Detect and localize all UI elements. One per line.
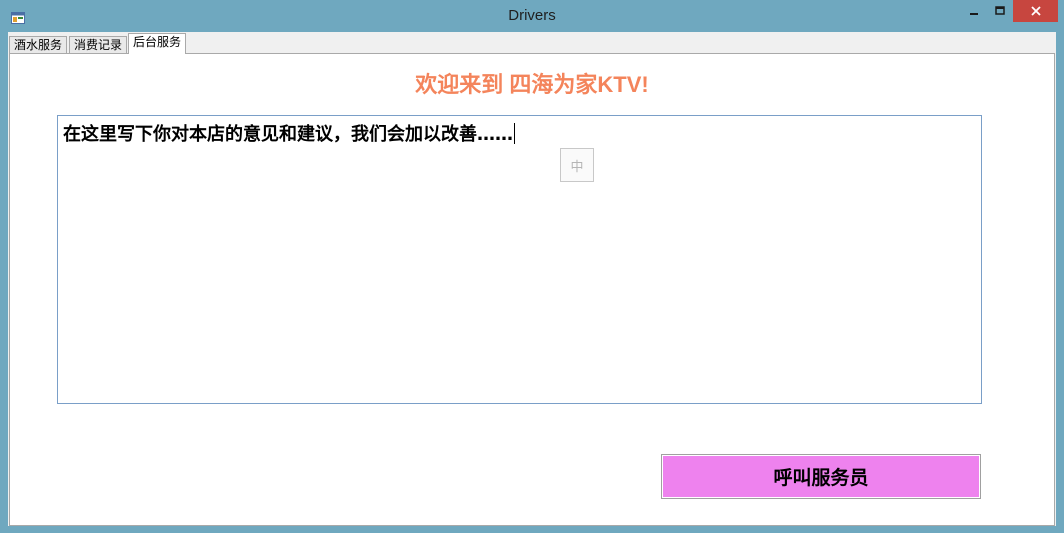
tab-strip: 酒水服务 消费记录 后台服务 (8, 32, 1056, 54)
title-bar[interactable]: Drivers (0, 0, 1064, 32)
tab-consumption-records[interactable]: 消费记录 (69, 36, 128, 54)
welcome-heading: 欢迎来到 四海为家KTV! (415, 72, 649, 97)
call-waiter-button[interactable]: 呼叫服务员 (661, 454, 981, 499)
tab-backend-service[interactable]: 后台服务 (128, 33, 187, 54)
maximize-button[interactable] (987, 0, 1013, 22)
feedback-textarea[interactable]: 在这里写下你对本店的意见和建议，我们会加以改善…… 中 (57, 115, 982, 404)
backend-service-page: 欢迎来到 四海为家KTV! 在这里写下你对本店的意见和建议，我们会加以改善…… … (9, 53, 1055, 526)
text-caret (514, 123, 515, 144)
ime-indicator[interactable]: 中 (560, 148, 594, 182)
feedback-text: 在这里写下你对本店的意见和建议，我们会加以改善…… (63, 124, 513, 145)
close-icon (1030, 6, 1041, 16)
tab-drinks-service[interactable]: 酒水服务 (9, 36, 68, 54)
window-title: Drivers (508, 7, 556, 24)
client-area: 酒水服务 消费记录 后台服务 欢迎来到 四海为家KTV! 在这里写下你对本店的意… (8, 32, 1056, 526)
feedback-line: 在这里写下你对本店的意见和建议，我们会加以改善…… (63, 120, 515, 146)
minimize-icon (970, 13, 978, 15)
app-window: Drivers 酒水服务 消费记录 后台服务 欢迎来到 四海为家KTV! 在这里… (0, 0, 1064, 533)
maximize-icon (995, 6, 1005, 15)
close-button[interactable] (1013, 0, 1058, 22)
minimize-button[interactable] (961, 0, 987, 22)
